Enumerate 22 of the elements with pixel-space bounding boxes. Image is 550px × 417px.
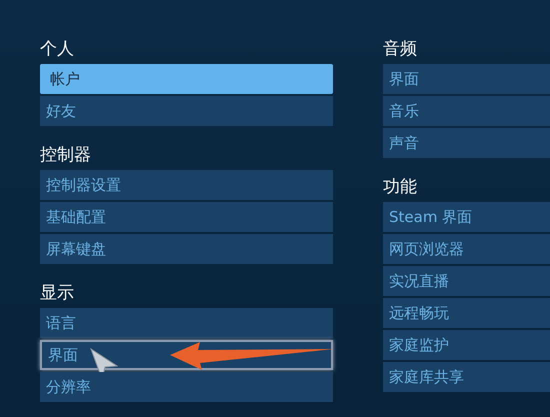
menu-item[interactable]: 家庭库共享 <box>383 362 550 392</box>
menu-item[interactable]: 音乐 <box>383 96 550 126</box>
menu-item[interactable]: 控制器设置 <box>40 170 333 200</box>
section-heading: 控制器 <box>40 144 92 166</box>
menu-item[interactable]: 家庭监护 <box>383 330 550 360</box>
menu-item[interactable]: 声音 <box>383 128 550 158</box>
menu-item[interactable]: 帐户 <box>40 64 333 94</box>
menu-item[interactable]: 界面 <box>40 340 333 370</box>
menu-item[interactable]: 基础配置 <box>40 202 333 232</box>
section-heading: 个人 <box>40 38 75 60</box>
menu-item[interactable]: 远程畅玩 <box>383 298 550 328</box>
section-heading: 音频 <box>383 38 418 60</box>
menu-item[interactable]: 界面 <box>383 64 550 94</box>
menu-item[interactable]: 分辨率 <box>40 372 333 402</box>
menu-item[interactable]: 语言 <box>40 308 333 338</box>
menu-item[interactable]: 好友 <box>40 96 333 126</box>
section-heading: 显示 <box>40 282 75 304</box>
menu-item[interactable]: 屏幕键盘 <box>40 234 333 264</box>
menu-item[interactable]: Steam 界面 <box>383 202 550 232</box>
menu-item[interactable]: 实况直播 <box>383 266 550 296</box>
menu-item[interactable]: 网页浏览器 <box>383 234 550 264</box>
section-heading: 功能 <box>383 176 418 198</box>
